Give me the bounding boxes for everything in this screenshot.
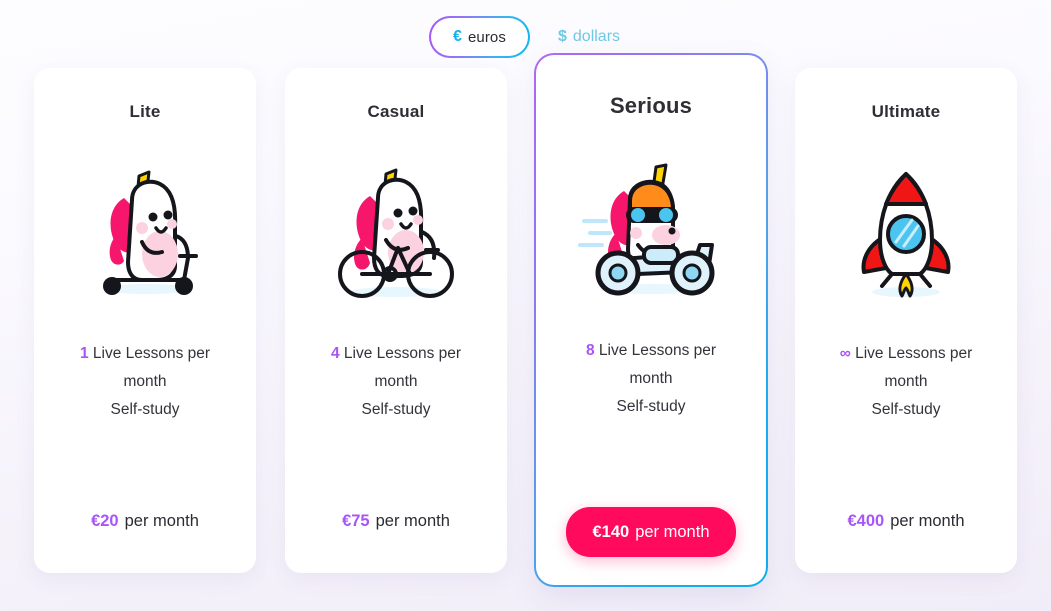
plan-price-button[interactable]: €20 per month xyxy=(65,495,225,547)
pricing-card-serious[interactable]: Serious 8 Live Lessons per month Self-st… xyxy=(534,53,768,587)
pricing-cards-row: Lite 1 Live Lessons per month Self-study… xyxy=(0,53,1051,587)
lessons-count: 8 xyxy=(585,342,595,359)
lessons-count: 1 xyxy=(79,345,89,362)
plan-price-amount: €400 xyxy=(847,511,885,530)
extra-feature: Self-study xyxy=(871,401,941,418)
lessons-count: 4 xyxy=(330,345,340,362)
lessons-label: Live Lessons per xyxy=(92,345,211,362)
plan-features: 4 Live Lessons per month Self-study xyxy=(331,340,461,424)
plan-price-button[interactable]: €400 per month xyxy=(821,495,991,547)
plan-title: Ultimate xyxy=(871,102,941,121)
currency-option-euros-label: euros xyxy=(467,28,506,46)
currency-option-euros[interactable]: € euros xyxy=(428,16,531,58)
plan-features: 8 Live Lessons per month Self-study xyxy=(586,337,716,421)
extra-feature: Self-study xyxy=(616,398,686,415)
unicorn-on-motorcycle-icon xyxy=(576,149,726,309)
euro-symbol-icon: € xyxy=(452,28,462,45)
extra-feature: Self-study xyxy=(361,401,431,418)
rocket-icon xyxy=(846,152,966,312)
lessons-label: Live Lessons per xyxy=(855,345,973,362)
lessons-period: month xyxy=(629,370,673,387)
plan-title: Lite xyxy=(129,102,161,121)
unicorn-on-bicycle-icon xyxy=(326,152,466,312)
plan-price-period: per month xyxy=(890,511,965,530)
pricing-card-lite[interactable]: Lite 1 Live Lessons per month Self-study… xyxy=(34,68,256,573)
plan-price-amount: €140 xyxy=(592,522,630,541)
plan-title: Casual xyxy=(367,102,425,121)
currency-option-dollars[interactable]: $ dollars xyxy=(558,28,620,46)
plan-features: 1 Live Lessons per month Self-study xyxy=(80,340,210,424)
plan-features: ∞ Live Lessons per month Self-study xyxy=(840,340,973,424)
lessons-period: month xyxy=(374,373,418,390)
pricing-card-ultimate[interactable]: Ultimate ∞ Live Lessons per month Self-s… xyxy=(795,68,1017,573)
lessons-period: month xyxy=(123,373,167,390)
plan-price-period: per month xyxy=(635,522,710,541)
plan-price-button[interactable]: €75 per month xyxy=(316,495,476,547)
pricing-card-casual[interactable]: Casual 4 Live Lessons per month Self-stu… xyxy=(285,68,507,573)
plan-price-amount: €20 xyxy=(91,511,119,530)
dollar-symbol-icon: $ xyxy=(557,28,567,45)
lessons-count: ∞ xyxy=(839,345,851,362)
plan-price-period: per month xyxy=(375,511,450,530)
lessons-period: month xyxy=(884,373,928,390)
unicorn-on-scooter-icon xyxy=(80,152,210,312)
currency-toggle-bar: € euros $ dollars xyxy=(0,0,1051,68)
plan-title: Serious xyxy=(609,93,693,118)
lessons-label: Live Lessons per xyxy=(598,342,717,359)
plan-price-period: per month xyxy=(124,511,199,530)
plan-price-button[interactable]: €140 per month xyxy=(566,507,736,557)
lessons-label: Live Lessons per xyxy=(343,345,462,362)
currency-option-dollars-label: dollars xyxy=(572,28,621,45)
plan-price-amount: €75 xyxy=(342,511,370,530)
extra-feature: Self-study xyxy=(110,401,180,418)
